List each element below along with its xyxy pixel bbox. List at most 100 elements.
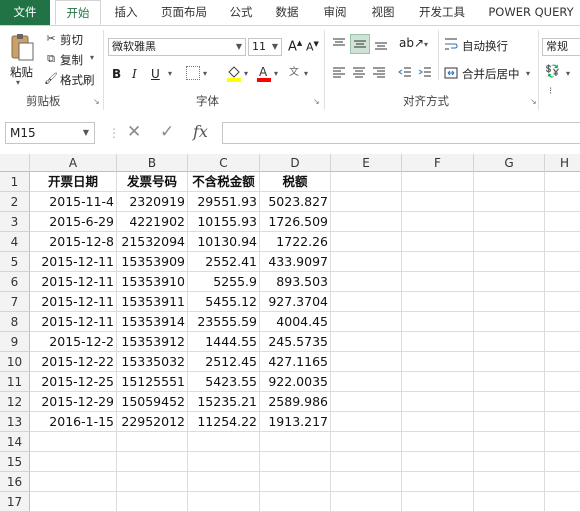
row-header[interactable]: 11 <box>0 372 30 392</box>
cell[interactable] <box>402 312 474 332</box>
cell[interactable] <box>474 492 545 512</box>
cell[interactable]: 2320919 <box>117 192 188 212</box>
cut-button[interactable]: 剪切 <box>60 32 83 48</box>
cell[interactable] <box>188 452 260 472</box>
cell[interactable] <box>260 472 331 492</box>
copy-dropdown-icon[interactable]: ▾ <box>90 53 94 62</box>
cell[interactable] <box>30 472 117 492</box>
row-header[interactable]: 14 <box>0 432 30 452</box>
cell[interactable] <box>331 332 402 352</box>
cell[interactable]: 2015-12-11 <box>30 252 117 272</box>
cell[interactable]: 15353911 <box>117 292 188 312</box>
header-cell[interactable]: 税额 <box>260 172 331 192</box>
cell[interactable] <box>474 292 545 312</box>
column-header[interactable]: D <box>260 154 331 172</box>
cell[interactable]: 433.9097 <box>260 252 331 272</box>
cell[interactable]: 2512.45 <box>188 352 260 372</box>
cell[interactable] <box>402 372 474 392</box>
cell[interactable] <box>331 492 402 512</box>
cell[interactable]: 1722.26 <box>260 232 331 252</box>
cell[interactable]: 4221902 <box>117 212 188 232</box>
tab-power-query[interactable]: POWER QUERY <box>482 0 580 25</box>
cell[interactable]: 2015-12-11 <box>30 312 117 332</box>
row-header[interactable]: 1 <box>0 172 30 192</box>
row-header[interactable]: 4 <box>0 232 30 252</box>
cell[interactable]: 10130.94 <box>188 232 260 252</box>
cell[interactable]: 2015-12-8 <box>30 232 117 252</box>
cell[interactable]: 1913.217 <box>260 412 331 432</box>
cell[interactable] <box>474 212 545 232</box>
cell[interactable] <box>545 352 580 372</box>
enter-icon[interactable]: ✓ <box>160 121 174 143</box>
copy-icon[interactable]: ⧉ <box>44 52 58 66</box>
cell[interactable]: 2589.986 <box>260 392 331 412</box>
cell[interactable] <box>402 252 474 272</box>
cell[interactable]: 15353910 <box>117 272 188 292</box>
paste-button[interactable]: 粘贴 <box>10 64 33 80</box>
increase-indent-icon[interactable] <box>418 66 432 80</box>
align-top-icon[interactable] <box>332 37 346 51</box>
cell[interactable] <box>402 232 474 252</box>
cell[interactable] <box>331 372 402 392</box>
cell[interactable] <box>545 332 580 352</box>
cell[interactable]: 5255.9 <box>188 272 260 292</box>
cell[interactable] <box>474 252 545 272</box>
phonetic-icon[interactable]: 文 <box>289 63 299 78</box>
cell[interactable] <box>331 272 402 292</box>
cell[interactable] <box>545 232 580 252</box>
cell[interactable]: 23555.59 <box>188 312 260 332</box>
cell[interactable] <box>474 312 545 332</box>
cell[interactable] <box>331 252 402 272</box>
row-header[interactable]: 10 <box>0 352 30 372</box>
font-color-dropdown-icon[interactable]: ▾ <box>274 69 278 78</box>
column-header[interactable]: B <box>117 154 188 172</box>
cell[interactable] <box>188 492 260 512</box>
align-middle-icon[interactable] <box>350 34 370 54</box>
tab-review[interactable]: 审阅 <box>316 0 354 25</box>
font-launcher-icon[interactable]: ↘ <box>313 97 320 106</box>
cell[interactable] <box>188 472 260 492</box>
cell[interactable] <box>474 352 545 372</box>
cell[interactable] <box>30 492 117 512</box>
cell[interactable] <box>260 432 331 452</box>
font-color-icon[interactable]: A <box>256 64 272 82</box>
cell[interactable] <box>474 472 545 492</box>
cell[interactable]: 1726.509 <box>260 212 331 232</box>
cell[interactable] <box>402 472 474 492</box>
cell[interactable]: 2015-12-2 <box>30 332 117 352</box>
cell[interactable] <box>545 312 580 332</box>
cell[interactable]: 2015-12-11 <box>30 292 117 312</box>
cell[interactable]: 15353909 <box>117 252 188 272</box>
cell[interactable] <box>474 412 545 432</box>
cell[interactable]: 15125551 <box>117 372 188 392</box>
cell[interactable]: 15353914 <box>117 312 188 332</box>
number-format-more-icon[interactable]: ⁝ <box>549 86 552 97</box>
cell[interactable] <box>402 212 474 232</box>
align-center-icon[interactable] <box>352 66 366 80</box>
cell[interactable]: 2015-11-4 <box>30 192 117 212</box>
alignment-launcher-icon[interactable]: ↘ <box>530 97 537 106</box>
format-painter-button[interactable]: 格式刷 <box>60 72 95 88</box>
header-cell[interactable]: 发票号码 <box>117 172 188 192</box>
fill-color-dropdown-icon[interactable]: ▾ <box>244 69 248 78</box>
cell[interactable]: 15353912 <box>117 332 188 352</box>
tab-file[interactable]: 文件 <box>0 0 50 25</box>
column-header[interactable]: C <box>188 154 260 172</box>
cell[interactable] <box>474 372 545 392</box>
decrease-font-icon[interactable]: A▼ <box>306 40 319 54</box>
column-header[interactable]: A <box>30 154 117 172</box>
cell[interactable] <box>331 392 402 412</box>
orientation-dropdown-icon[interactable]: ▾ <box>424 40 428 49</box>
italic-button[interactable]: I <box>132 67 137 81</box>
header-cell[interactable]: 开票日期 <box>30 172 117 192</box>
cell[interactable]: 2016-1-15 <box>30 412 117 432</box>
tab-insert[interactable]: 插入 <box>107 0 145 25</box>
cell[interactable] <box>474 332 545 352</box>
cell[interactable] <box>402 172 474 192</box>
cell[interactable] <box>331 192 402 212</box>
cell[interactable] <box>545 392 580 412</box>
column-header[interactable]: E <box>331 154 402 172</box>
cell[interactable]: 5023.827 <box>260 192 331 212</box>
merge-center-icon[interactable] <box>444 66 458 80</box>
cell[interactable] <box>402 192 474 212</box>
